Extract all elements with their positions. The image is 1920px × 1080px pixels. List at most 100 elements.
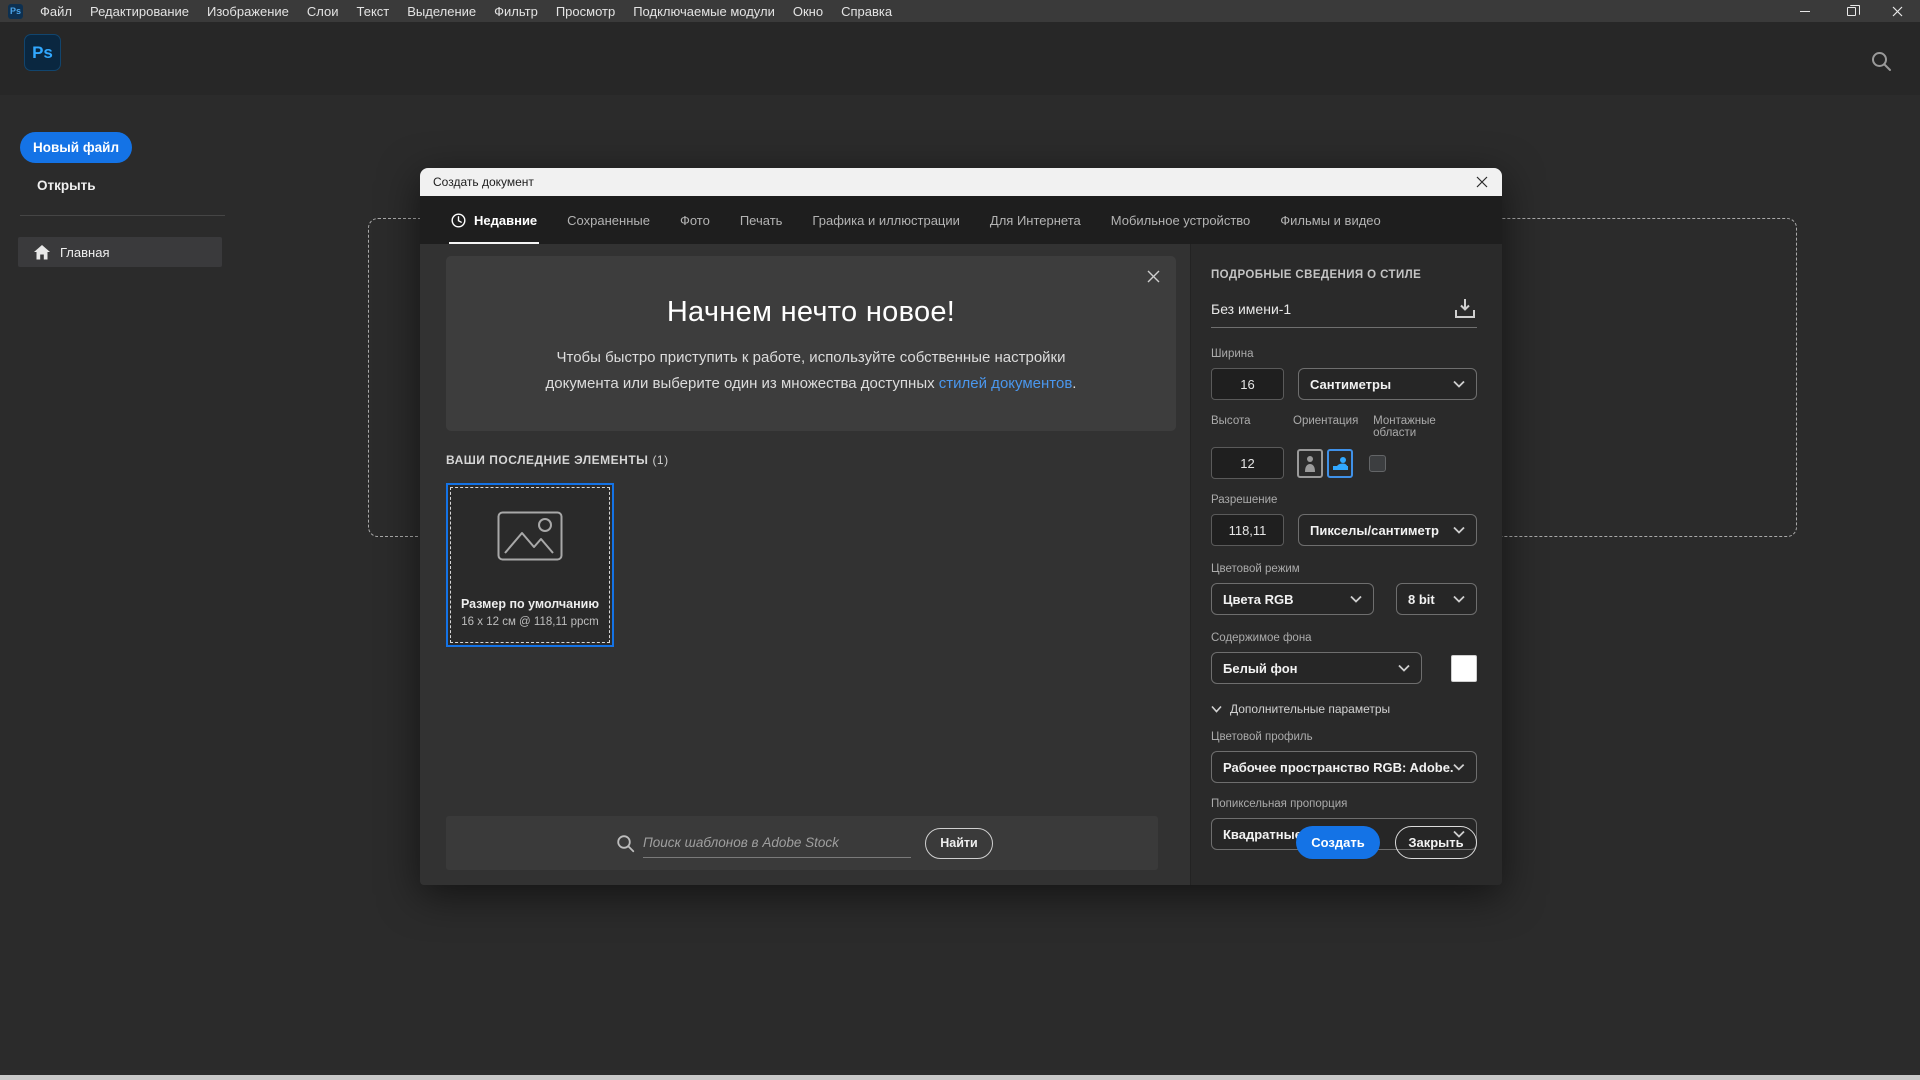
- window-controls: [1782, 0, 1920, 22]
- find-button[interactable]: Найти: [925, 828, 993, 859]
- units-dropdown[interactable]: Сантиметры: [1298, 368, 1477, 400]
- color-mode-label: Цветовой режим: [1211, 563, 1477, 575]
- menu-window[interactable]: Окно: [784, 0, 832, 22]
- home-sidebar: Новый файл Открыть Главная: [0, 95, 226, 1080]
- recent-items-label: ВАШИ ПОСЛЕДНИЕ ЭЛЕМЕНТЫ: [446, 453, 648, 467]
- color-profile-label: Цветовой профиль: [1211, 731, 1477, 743]
- save-preset-icon[interactable]: [1453, 298, 1477, 320]
- menu-edit[interactable]: Редактирование: [81, 0, 198, 22]
- tab-mobile[interactable]: Мобильное устройство: [1096, 196, 1266, 244]
- color-profile-dropdown[interactable]: Рабочее пространство RGB: Adobe...: [1211, 751, 1477, 783]
- orientation-landscape-button[interactable]: [1327, 449, 1353, 478]
- dialog-actions: Создать Закрыть: [1296, 826, 1477, 859]
- dialog-titlebar: Создать документ: [420, 168, 1502, 196]
- document-presets-link[interactable]: стилей документов: [939, 375, 1073, 392]
- minimize-button[interactable]: [1782, 0, 1828, 22]
- background-dropdown[interactable]: Белый фон: [1211, 652, 1422, 684]
- artboards-checkbox[interactable]: [1369, 455, 1386, 472]
- orientation-portrait-button[interactable]: [1297, 449, 1323, 478]
- tab-label: Для Интернета: [990, 213, 1081, 228]
- stock-search-input[interactable]: [643, 828, 911, 858]
- resolution-input[interactable]: [1211, 514, 1284, 546]
- chevron-down-icon: [1453, 763, 1465, 771]
- menu-file[interactable]: Файл: [31, 0, 81, 22]
- menu-filter[interactable]: Фильтр: [485, 0, 547, 22]
- hero-title: Начнем нечто новое!: [446, 256, 1176, 329]
- open-button[interactable]: Открыть: [37, 178, 96, 193]
- tab-label: Графика и иллюстрации: [812, 213, 959, 228]
- close-window-button[interactable]: [1874, 0, 1920, 22]
- tab-film-video[interactable]: Фильмы и видео: [1265, 196, 1395, 244]
- hero-description: Чтобы быстро приступить к работе, исполь…: [446, 345, 1176, 397]
- close-button[interactable]: Закрыть: [1395, 826, 1477, 859]
- menu-layers[interactable]: Слои: [298, 0, 348, 22]
- new-file-button[interactable]: Новый файл: [20, 132, 132, 163]
- resolution-label: Разрешение: [1211, 494, 1477, 506]
- recent-template-card[interactable]: Размер по умолчанию 16 x 12 см @ 118,11 …: [446, 483, 614, 647]
- tab-saved[interactable]: Сохраненные: [552, 196, 665, 244]
- color-mode-value: Цвета RGB: [1223, 592, 1293, 607]
- height-input[interactable]: [1211, 447, 1284, 479]
- create-button[interactable]: Создать: [1296, 826, 1380, 859]
- background-color-swatch[interactable]: [1451, 655, 1477, 682]
- units-value: Сантиметры: [1310, 377, 1391, 392]
- menu-select[interactable]: Выделение: [398, 0, 485, 22]
- preset-details-panel: ПОДРОБНЫЕ СВЕДЕНИЯ О СТИЛЕ Ширина Сантим…: [1190, 244, 1502, 885]
- tab-print[interactable]: Печать: [725, 196, 798, 244]
- chevron-down-icon: [1211, 705, 1222, 713]
- new-document-dialog: Создать документ Недавние Сохраненные Фо…: [420, 168, 1502, 885]
- document-name-input[interactable]: [1211, 301, 1453, 317]
- hero-desc-line2: документа или выберите один из множества…: [546, 375, 939, 392]
- app-header: Ps: [0, 22, 1920, 95]
- preset-details-heading: ПОДРОБНЫЕ СВЕДЕНИЯ О СТИЛЕ: [1211, 269, 1477, 281]
- dialog-title: Создать документ: [433, 175, 534, 189]
- height-label: Высота: [1211, 415, 1293, 439]
- restore-button[interactable]: [1828, 0, 1874, 22]
- bit-depth-dropdown[interactable]: 8 bit: [1396, 583, 1477, 615]
- menu-help[interactable]: Справка: [832, 0, 901, 22]
- resolution-units-dropdown[interactable]: Пикселы/сантиметр: [1298, 514, 1477, 546]
- menu-plugins[interactable]: Подключаемые модули: [624, 0, 784, 22]
- tab-label: Фильмы и видео: [1280, 213, 1380, 228]
- chevron-down-icon: [1350, 595, 1362, 603]
- background-label: Содержимое фона: [1211, 632, 1477, 644]
- artboards-label: Монтажные области: [1373, 415, 1477, 439]
- chevron-down-icon: [1398, 664, 1410, 672]
- color-mode-dropdown[interactable]: Цвета RGB: [1211, 583, 1374, 615]
- close-icon[interactable]: [1147, 270, 1160, 283]
- advanced-options-toggle[interactable]: Дополнительные параметры: [1211, 702, 1477, 716]
- photoshop-window: Ps Файл Редактирование Изображение Слои …: [0, 0, 1920, 1080]
- tab-web[interactable]: Для Интернета: [975, 196, 1096, 244]
- sidebar-home-label: Главная: [60, 245, 109, 260]
- dialog-tab-bar: Недавние Сохраненные Фото Печать Графика…: [420, 196, 1502, 244]
- clock-icon: [451, 213, 466, 228]
- tab-photo[interactable]: Фото: [665, 196, 725, 244]
- resolution-units-value: Пикселы/сантиметр: [1310, 523, 1439, 538]
- menu-text[interactable]: Текст: [348, 0, 399, 22]
- tab-art-illustration[interactable]: Графика и иллюстрации: [797, 196, 974, 244]
- tab-label: Печать: [740, 213, 783, 228]
- orientation-label: Ориентация: [1293, 415, 1373, 439]
- sidebar-item-home[interactable]: Главная: [18, 237, 222, 267]
- width-label: Ширина: [1211, 348, 1477, 360]
- stock-search-bar: Найти: [446, 816, 1158, 870]
- dialog-close-button[interactable]: [1462, 168, 1502, 196]
- horizontal-scrollbar[interactable]: [0, 1075, 1920, 1080]
- width-input[interactable]: [1211, 368, 1284, 400]
- tab-label: Сохраненные: [567, 213, 650, 228]
- tab-recent[interactable]: Недавние: [436, 196, 552, 244]
- tab-label: Фото: [680, 213, 710, 228]
- landscape-icon: [1332, 456, 1349, 470]
- document-name-row: [1211, 298, 1477, 328]
- search-icon[interactable]: [1870, 50, 1892, 72]
- close-icon: [1892, 6, 1903, 17]
- menu-image[interactable]: Изображение: [198, 0, 298, 22]
- advanced-options-label: Дополнительные параметры: [1230, 702, 1390, 716]
- home-icon: [34, 245, 50, 260]
- menu-view[interactable]: Просмотр: [547, 0, 624, 22]
- chevron-down-icon: [1453, 380, 1465, 388]
- dialog-main: Начнем нечто новое! Чтобы быстро приступ…: [420, 244, 1190, 885]
- hero-desc-line1: Чтобы быстро приступить к работе, исполь…: [557, 349, 1066, 366]
- photoshop-app-icon[interactable]: Ps: [8, 4, 23, 19]
- tab-label: Недавние: [474, 213, 537, 228]
